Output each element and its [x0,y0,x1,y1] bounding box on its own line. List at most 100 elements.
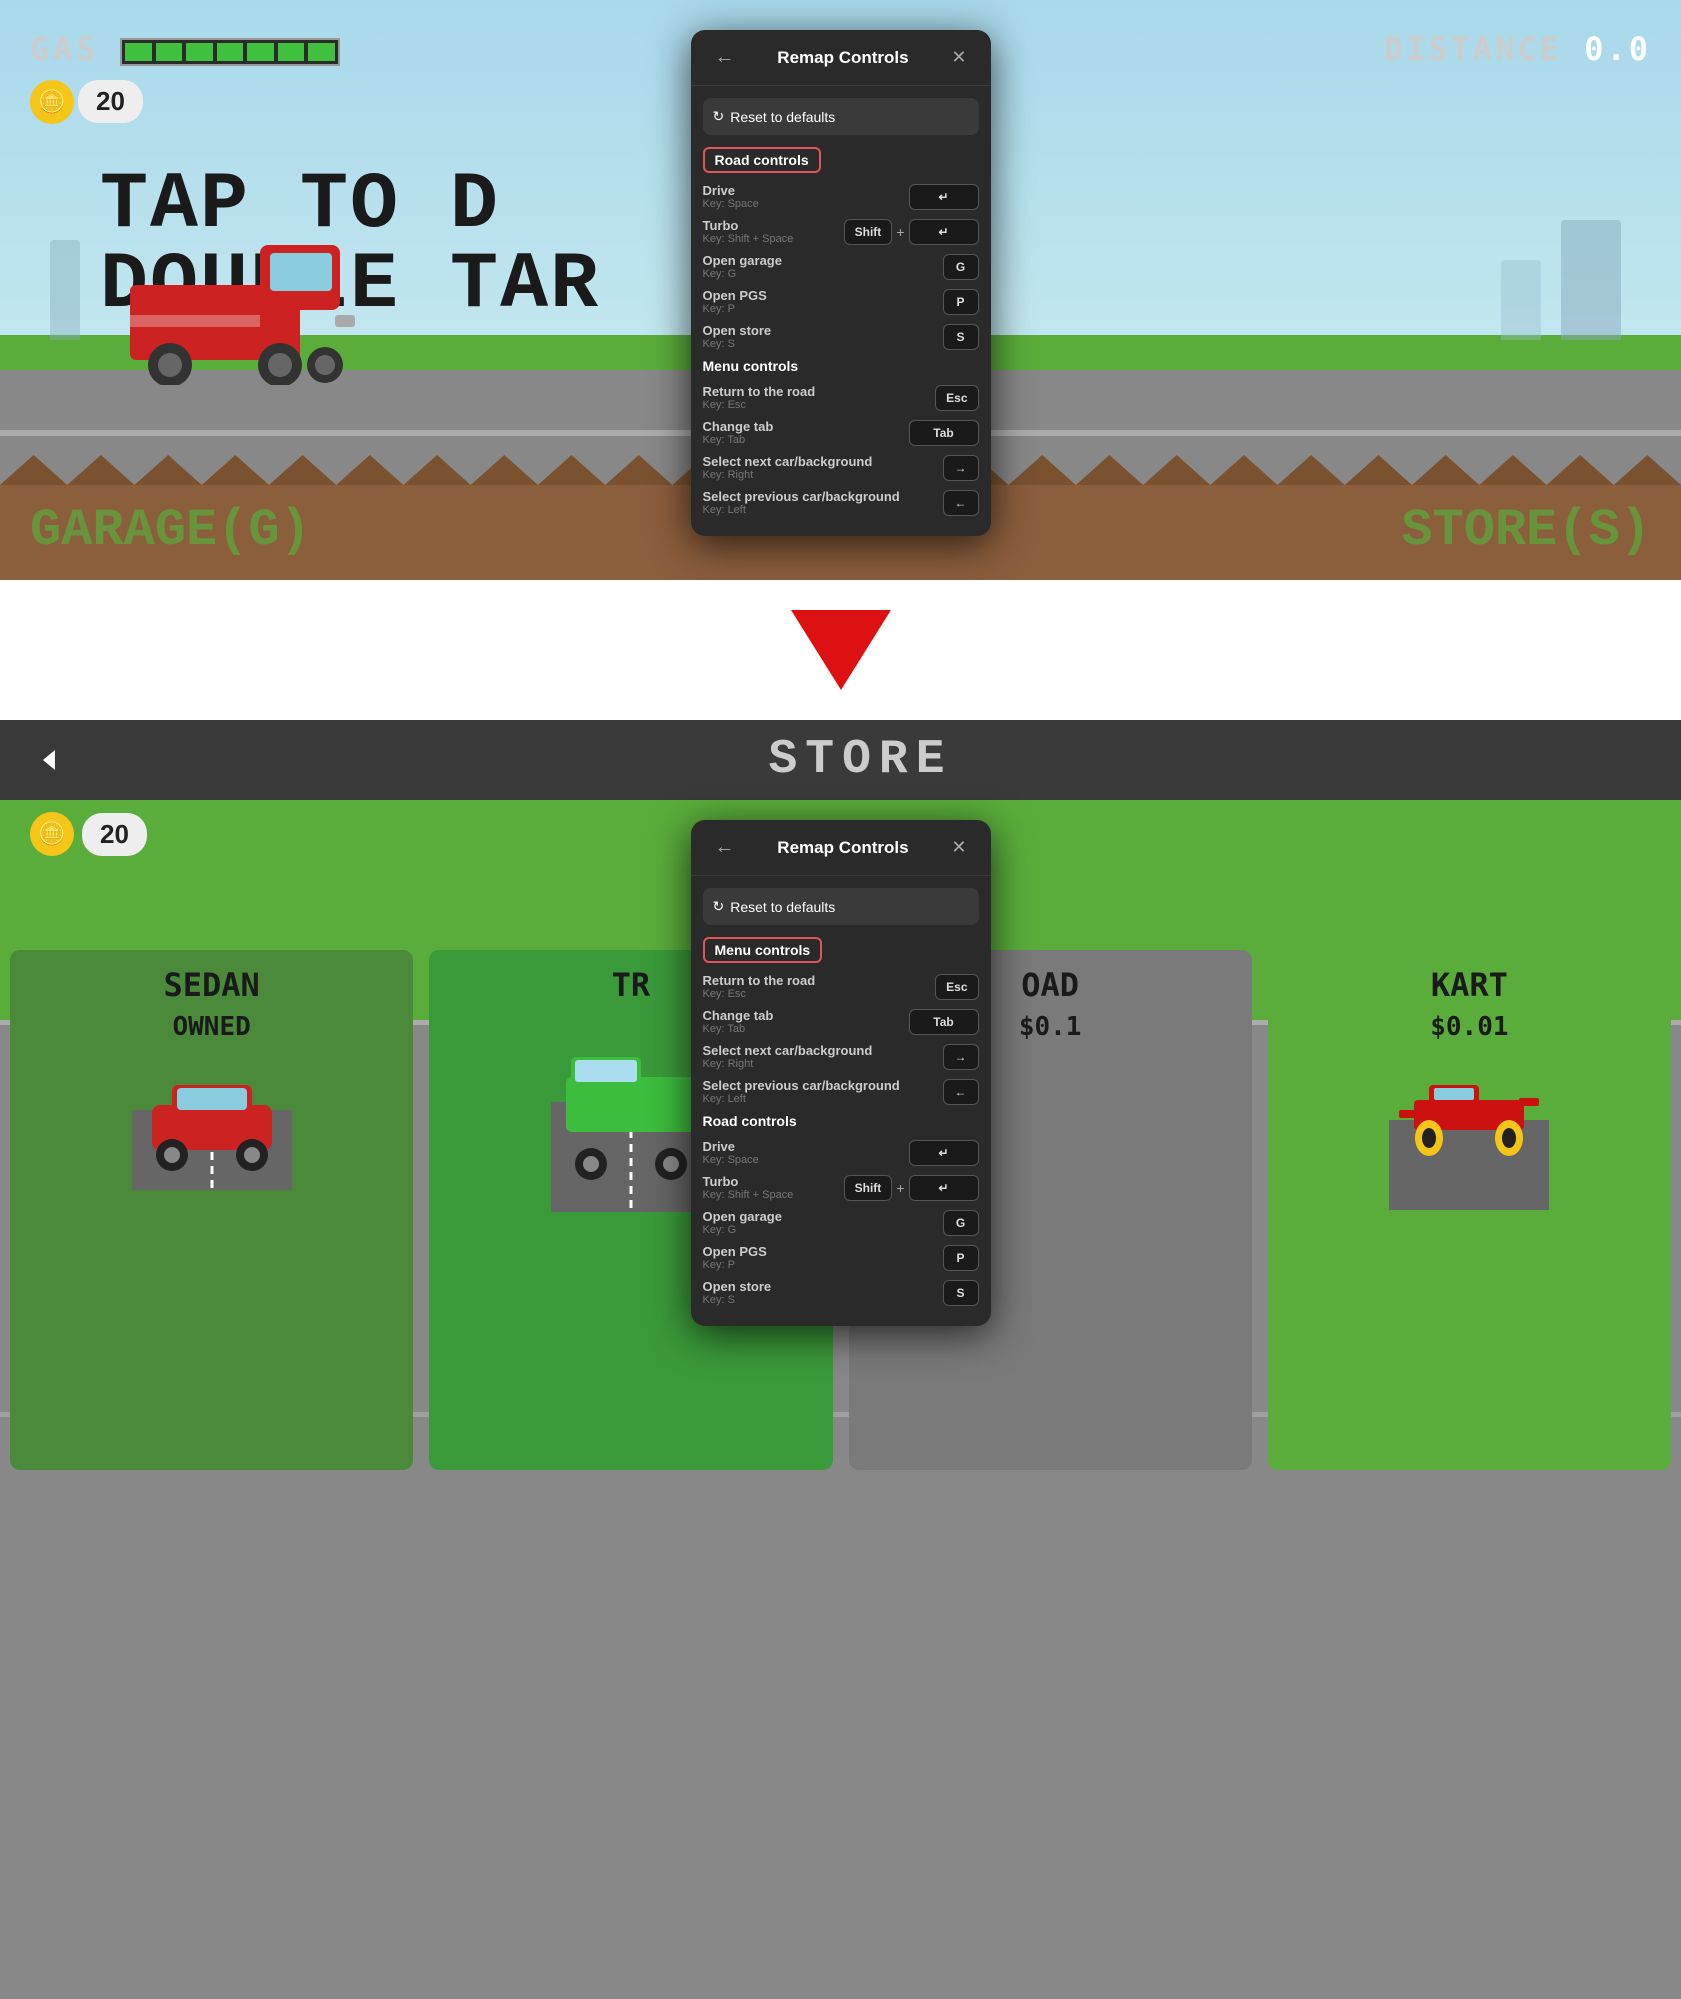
reset-defaults-btn-top[interactable]: ↻ Reset to defaults [703,98,979,135]
modal-body-bottom: ↻ Reset to defaults Menu controls Return… [691,876,991,1326]
turbo-space-btn-bottom[interactable]: ↵ [909,1175,979,1201]
next-car-row-bottom: Select next car/background Key: Right → [703,1043,979,1070]
prev-car-btn-top[interactable]: ← [943,490,979,516]
return-road-row-top: Return to the road Key: Esc Esc [703,384,979,411]
open-garage-btn[interactable]: G [943,254,979,280]
open-store-key-bottom: Key: S [703,1294,943,1306]
bottom-coin-icon: 🪙 [30,812,74,856]
open-garage-key: Key: G [703,268,943,280]
drive-binding-btn[interactable]: ↵ [909,184,979,210]
modal-back-btn-top[interactable]: ← [707,42,743,73]
open-pgs-name-bottom: Open PGS [703,1244,943,1259]
reset-defaults-btn-bottom[interactable]: ↻ Reset to defaults [703,888,979,925]
modal-close-btn-bottom[interactable]: ✕ [943,833,974,862]
return-road-btn-top[interactable]: Esc [935,385,978,411]
open-pgs-btn[interactable]: P [943,289,979,315]
bottom-scene: STORE 🪙 20 SEDAN OWNED [0,720,1681,1999]
next-car-name-top: Select next car/background [703,454,943,469]
change-tab-key-bottom: Key: Tab [703,1023,909,1035]
distance-value: 0.0 [1584,30,1651,68]
turbo-shift-btn[interactable]: Shift [844,219,893,245]
return-road-key-top: Key: Esc [703,399,936,411]
gas-seg-7 [308,43,335,61]
drive-name-bottom: Drive [703,1139,909,1154]
return-road-row-bottom: Return to the road Key: Esc Esc [703,973,979,1000]
open-garage-name-bottom: Open garage [703,1209,943,1224]
return-road-name-bottom: Return to the road [703,973,936,988]
separator [0,580,1681,720]
turbo-row-bottom: Turbo Key: Shift + Space Shift + ↵ [703,1174,979,1201]
turbo-space-btn[interactable]: ↵ [909,219,979,245]
road-controls-section-bottom: Road controls [703,1113,979,1129]
plus-sign-bottom: + [896,1180,904,1196]
open-garage-row-bottom: Open garage Key: G G [703,1209,979,1236]
gas-bar [120,38,340,66]
open-store-key: Key: S [703,338,943,350]
open-pgs-row: Open PGS Key: P P [703,288,979,315]
building-bg [1561,220,1621,340]
open-store-name: Open store [703,323,943,338]
gas-seg-1 [125,43,152,61]
open-store-btn[interactable]: S [943,324,979,350]
prev-car-btn-bottom[interactable]: ← [943,1079,979,1105]
open-pgs-name: Open PGS [703,288,943,303]
drive-btn-bottom[interactable]: ↵ [909,1140,979,1166]
open-garage-btn-bottom[interactable]: G [943,1210,979,1236]
kart-card[interactable]: KART $0.01 [1268,950,1671,1470]
garage-label: GARAGE(G) [30,501,311,560]
gas-seg-6 [278,43,305,61]
next-car-btn-top[interactable]: → [943,455,979,481]
return-road-btn-bottom[interactable]: Esc [935,974,978,1000]
sedan-title: SEDAN [163,966,259,1004]
change-tab-key-top: Key: Tab [703,434,909,446]
change-tab-btn-top[interactable]: Tab [909,420,979,446]
road-controls-section-label-top: Road controls [703,147,821,173]
open-pgs-key-bottom: Key: P [703,1259,943,1271]
sedan-card[interactable]: SEDAN OWNED [10,950,413,1470]
turbo-key-bottom: Key: Shift + Space [703,1189,844,1201]
next-car-key-top: Key: Right [703,469,943,481]
open-store-btn-bottom[interactable]: S [943,1280,979,1306]
remap-controls-modal-top: ← Remap Controls ✕ ↻ Reset to defaults R… [691,30,991,536]
open-store-row: Open store Key: S S [703,323,979,350]
modal-header-bottom: ← Remap Controls ✕ [691,820,991,876]
gas-seg-3 [186,43,213,61]
gas-label: GAS [30,30,100,68]
menu-controls-section-top: Menu controls [703,358,979,374]
truck-visual [551,1012,711,1217]
bottom-back-btn[interactable] [30,740,70,780]
modal-back-btn-bottom[interactable]: ← [707,832,743,863]
remap-controls-modal-bottom: ← Remap Controls ✕ ↻ Reset to defaults M… [691,820,991,1326]
next-car-name-bottom: Select next car/background [703,1043,943,1058]
turbo-key: Key: Shift + Space [703,233,844,245]
modal-close-btn-top[interactable]: ✕ [943,43,974,72]
modal-title-bottom: Remap Controls [743,838,944,858]
truck-card-title: TR [612,966,651,1004]
return-road-key-bottom: Key: Esc [703,988,936,1000]
kart-title: KART [1431,966,1508,1004]
store-label: STORE(S) [1401,501,1651,560]
sedan-subtitle: OWNED [172,1012,250,1042]
turbo-name: Turbo [703,218,844,233]
drive-row-bottom: Drive Key: Space ↵ [703,1139,979,1166]
open-garage-row: Open garage Key: G G [703,253,979,280]
open-pgs-btn-bottom[interactable]: P [943,1245,979,1271]
open-garage-key-bottom: Key: G [703,1224,943,1236]
building-bg3 [50,240,80,340]
bottom-coin-count: 20 [82,813,147,856]
bottom-coin-area: 🪙 20 [30,812,147,856]
top-scene: GAS DISTANCE 0.0 🪙 20 TAP TO D DOUBLE TA… [0,0,1681,580]
modal-body-top: ↻ Reset to defaults Road controls Drive … [691,86,991,536]
change-tab-name-bottom: Change tab [703,1008,909,1023]
open-garage-name: Open garage [703,253,943,268]
sedan-visual [132,1050,292,1195]
open-pgs-row-bottom: Open PGS Key: P P [703,1244,979,1271]
gas-seg-5 [247,43,274,61]
turbo-shift-btn-bottom[interactable]: Shift [844,1175,893,1201]
road-card-title: OAD [1021,966,1079,1004]
change-tab-btn-bottom[interactable]: Tab [909,1009,979,1035]
next-car-btn-bottom[interactable]: → [943,1044,979,1070]
open-store-row-bottom: Open store Key: S S [703,1279,979,1306]
turbo-row: Turbo Key: Shift + Space Shift + ↵ [703,218,979,245]
prev-car-name-bottom: Select previous car/background [703,1078,943,1093]
